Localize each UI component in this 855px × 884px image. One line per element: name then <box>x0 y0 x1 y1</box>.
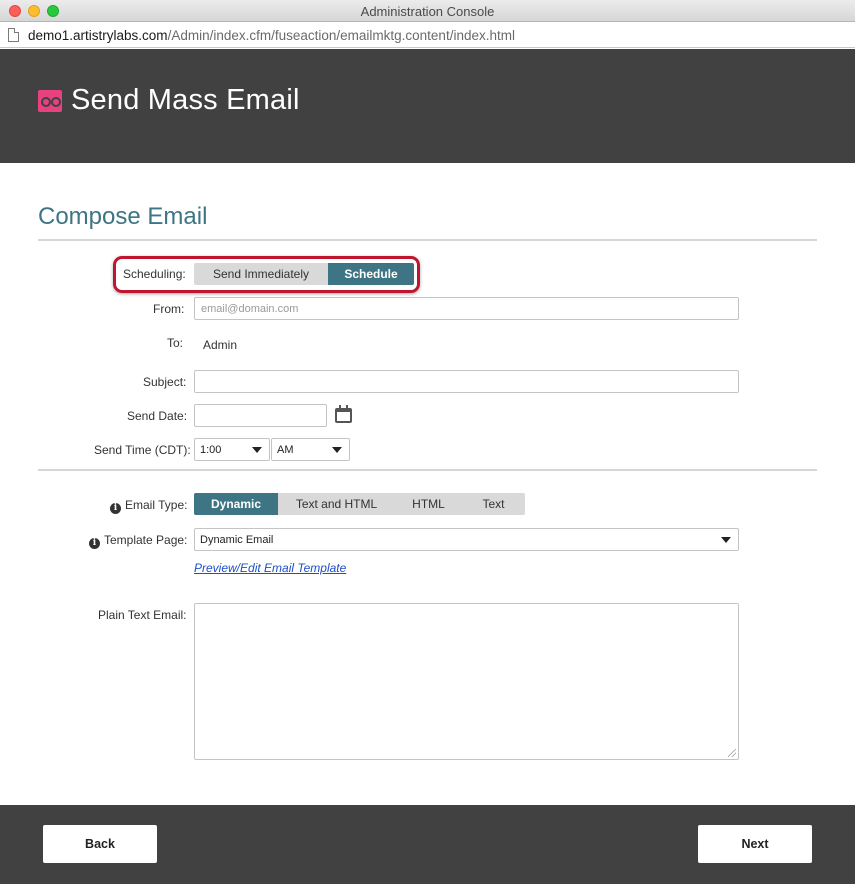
template-page-select[interactable]: Dynamic Email <box>194 528 739 551</box>
send-immediately-option[interactable]: Send Immediately <box>194 263 328 285</box>
to-value: Admin <box>203 338 238 352</box>
url-host: demo1.artistrylabs.com <box>28 28 168 43</box>
send-date-input[interactable] <box>194 404 327 427</box>
email-type-label: i Email Type: <box>110 498 187 514</box>
schedule-option[interactable]: Schedule <box>328 263 414 285</box>
resize-handle-icon[interactable] <box>728 749 736 757</box>
send-time-label: Send Time (CDT): <box>94 443 191 457</box>
scheduling-label: Scheduling: <box>123 267 186 281</box>
url-path: /Admin/index.cfm/fuseaction/emailmktg.co… <box>167 28 515 43</box>
send-time-meridiem-value: AM <box>277 444 294 456</box>
send-time-hour-select[interactable]: 1:00 <box>194 438 270 461</box>
window-title: Administration Console <box>360 4 495 19</box>
divider <box>38 239 817 241</box>
chevron-down-icon <box>332 447 342 453</box>
app-title: Send Mass Email <box>71 84 300 116</box>
chevron-down-icon <box>252 447 262 453</box>
plain-text-email-textarea[interactable] <box>194 603 739 760</box>
info-icon[interactable]: i <box>110 503 121 514</box>
page-icon <box>8 28 19 42</box>
email-type-text-option[interactable]: Text <box>462 493 525 515</box>
template-page-label: i Template Page: <box>89 533 187 549</box>
page-title: Compose Email <box>38 203 208 230</box>
email-type-text-and-html-option[interactable]: Text and HTML <box>278 493 395 515</box>
logo-icon <box>38 90 62 112</box>
calendar-icon[interactable] <box>335 405 352 423</box>
from-label: From: <box>153 302 185 316</box>
url-text[interactable]: demo1.artistrylabs.com/Admin/index.cfm/f… <box>28 28 515 43</box>
send-time-hour-value: 1:00 <box>200 444 222 456</box>
back-button[interactable]: Back <box>43 825 157 863</box>
next-button[interactable]: Next <box>698 825 812 863</box>
to-label: To: <box>167 336 184 350</box>
subject-label: Subject: <box>143 375 187 389</box>
email-type-dynamic-option[interactable]: Dynamic <box>194 493 278 515</box>
address-bar[interactable]: demo1.artistrylabs.com/Admin/index.cfm/f… <box>0 23 855 48</box>
from-input[interactable]: email@domain.com <box>194 297 739 320</box>
email-type-toggle: Dynamic Text and HTML HTML Text <box>194 493 525 515</box>
email-type-html-option[interactable]: HTML <box>395 493 462 515</box>
send-date-label: Send Date: <box>127 409 188 423</box>
email-type-label-text: Email Type: <box>125 498 188 512</box>
chevron-down-icon <box>721 537 731 543</box>
info-icon[interactable]: i <box>89 538 100 549</box>
window-titlebar: Administration Console <box>0 0 855 22</box>
plain-text-email-label: Plain Text Email: <box>98 608 187 622</box>
subject-input[interactable] <box>194 370 739 393</box>
send-time-meridiem-select[interactable]: AM <box>271 438 350 461</box>
preview-edit-template-link[interactable]: Preview/Edit Email Template <box>194 561 346 575</box>
template-page-label-text: Template Page: <box>104 533 188 547</box>
scheduling-toggle: Send Immediately Schedule <box>194 263 414 285</box>
divider <box>38 469 817 471</box>
template-page-value: Dynamic Email <box>200 534 274 546</box>
